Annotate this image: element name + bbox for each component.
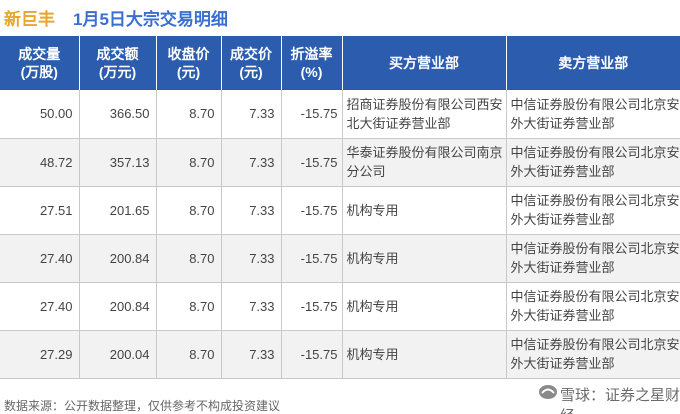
table-row: 27.29 200.04 8.70 7.33 -15.75 机构专用 中信证券股… xyxy=(0,330,680,379)
page-title: 1月5日大宗交易明细 xyxy=(73,10,228,29)
cell-amount: 200.84 xyxy=(79,234,157,283)
brand-watermark: 雪球：证券之星财经 xyxy=(560,387,680,414)
table-header-row: 成交量 (万股) 成交额 (万元) 收盘价 (元) 成交价 (元) 折溢率 (%… xyxy=(0,36,680,90)
table-row: 27.40 200.84 8.70 7.33 -15.75 机构专用 中信证券股… xyxy=(0,282,680,331)
cell-premium: -15.75 xyxy=(281,330,343,379)
table-row: 27.40 200.84 8.70 7.33 -15.75 机构专用 中信证券股… xyxy=(0,234,680,283)
cell-volume: 27.29 xyxy=(0,330,80,379)
cell-amount: 200.84 xyxy=(79,282,157,331)
cell-volume: 50.00 xyxy=(0,90,80,139)
cell-buyer: 机构专用 xyxy=(342,186,507,235)
cell-buyer: 招商证券股份有限公司西安北大街证券营业部 xyxy=(342,90,507,139)
cell-price: 7.33 xyxy=(221,282,282,331)
cell-seller: 中信证券股份有限公司北京安外大街证券营业部 xyxy=(506,330,680,379)
cell-seller: 中信证券股份有限公司北京安外大街证券营业部 xyxy=(506,138,680,187)
col-header-buyer: 买方营业部 xyxy=(342,36,507,90)
cell-close: 8.70 xyxy=(156,282,222,331)
cell-premium: -15.75 xyxy=(281,138,343,187)
cell-amount: 366.50 xyxy=(79,90,157,139)
table-row: 50.00 366.50 8.70 7.33 -15.75 招商证券股份有限公司… xyxy=(0,90,680,139)
cell-buyer: 机构专用 xyxy=(342,234,507,283)
cell-close: 8.70 xyxy=(156,90,222,139)
data-source-note: 数据来源：公开数据整理，仅供参考不构成投资建议 xyxy=(4,399,281,413)
cell-amount: 200.04 xyxy=(79,330,157,379)
snowball-logo-icon xyxy=(539,385,557,399)
col-header-amount: 成交额 (万元) xyxy=(79,36,157,90)
cell-price: 7.33 xyxy=(221,138,282,187)
stock-name: 新巨丰 xyxy=(4,10,55,29)
table-row: 48.72 357.13 8.70 7.33 -15.75 华泰证券股份有限公司… xyxy=(0,138,680,187)
cell-amount: 201.65 xyxy=(79,186,157,235)
cell-seller: 中信证券股份有限公司北京安外大街证券营业部 xyxy=(506,186,680,235)
cell-premium: -15.75 xyxy=(281,186,343,235)
cell-premium: -15.75 xyxy=(281,90,343,139)
title-bar: 新巨丰 1月5日大宗交易明细 xyxy=(0,0,680,34)
cell-seller: 中信证券股份有限公司北京安外大街证券营业部 xyxy=(506,90,680,139)
col-header-volume: 成交量 (万股) xyxy=(0,36,80,90)
cell-buyer: 华泰证券股份有限公司南京分公司 xyxy=(342,138,507,187)
col-header-close: 收盘价 (元) xyxy=(156,36,222,90)
col-header-price: 成交价 (元) xyxy=(221,36,282,90)
cell-price: 7.33 xyxy=(221,186,282,235)
cell-seller: 中信证券股份有限公司北京安外大街证券营业部 xyxy=(506,282,680,331)
col-header-seller: 卖方营业部 xyxy=(506,36,680,90)
cell-volume: 27.40 xyxy=(0,282,80,331)
cell-close: 8.70 xyxy=(156,234,222,283)
cell-buyer: 机构专用 xyxy=(342,330,507,379)
cell-volume: 27.40 xyxy=(0,234,80,283)
cell-close: 8.70 xyxy=(156,138,222,187)
cell-volume: 27.51 xyxy=(0,186,80,235)
cell-close: 8.70 xyxy=(156,186,222,235)
col-header-premium: 折溢率 (%) xyxy=(281,36,343,90)
cell-premium: -15.75 xyxy=(281,234,343,283)
cell-premium: -15.75 xyxy=(281,282,343,331)
cell-volume: 48.72 xyxy=(0,138,80,187)
cell-amount: 357.13 xyxy=(79,138,157,187)
cell-price: 7.33 xyxy=(221,90,282,139)
cell-price: 7.33 xyxy=(221,330,282,379)
table-row: 27.51 201.65 8.70 7.33 -15.75 机构专用 中信证券股… xyxy=(0,186,680,235)
cell-close: 8.70 xyxy=(156,330,222,379)
block-trade-table: 成交量 (万股) 成交额 (万元) 收盘价 (元) 成交价 (元) 折溢率 (%… xyxy=(0,36,680,379)
cell-seller: 中信证券股份有限公司北京安外大街证券营业部 xyxy=(506,234,680,283)
cell-price: 7.33 xyxy=(221,234,282,283)
cell-buyer: 机构专用 xyxy=(342,282,507,331)
